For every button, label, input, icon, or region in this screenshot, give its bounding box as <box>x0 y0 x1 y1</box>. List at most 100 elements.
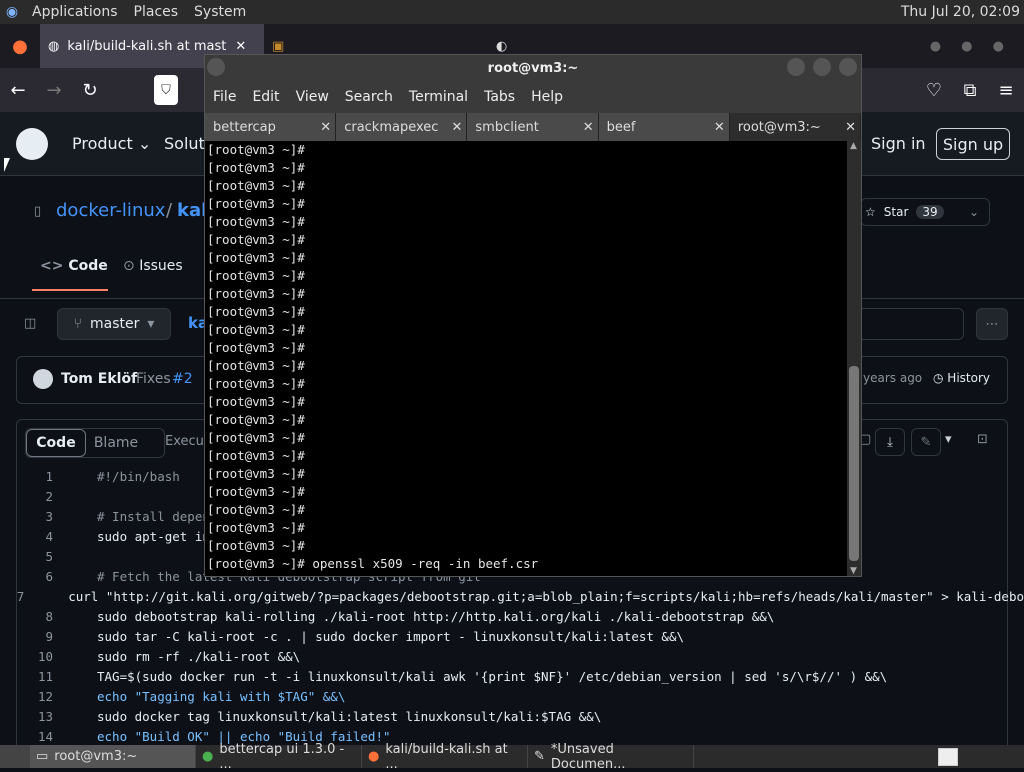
download-icon[interactable]: ⤓ <box>875 428 905 456</box>
symbols-icon[interactable]: ⊡ <box>977 432 988 447</box>
terminal-tab[interactable]: smbclient ✕ <box>467 113 599 141</box>
tab-code-view[interactable]: Code <box>26 429 86 457</box>
forward-icon[interactable]: → <box>36 72 72 108</box>
scroll-down-icon[interactable]: ▼ <box>850 566 857 576</box>
extensions-icon[interactable]: ⧉ <box>952 72 988 108</box>
window-menu-icon[interactable] <box>207 58 225 76</box>
branch-selector[interactable]: ⑂ master ▾ <box>57 308 171 340</box>
terminal-menu-view[interactable]: View <box>288 89 337 105</box>
tracking-shield-icon[interactable]: ⛉ <box>154 75 178 105</box>
terminal-menu-file[interactable]: File <box>205 89 244 105</box>
maximize-icon[interactable] <box>813 58 831 76</box>
terminal-tab[interactable]: crackmapexec ✕ <box>336 113 468 141</box>
star-label: Star <box>883 205 909 219</box>
shell-prompt: [root@vm3 ~]# <box>207 268 305 283</box>
scroll-up-icon[interactable]: ▲ <box>850 141 857 151</box>
sidebar-toggle-icon[interactable]: ◫ <box>24 316 36 331</box>
firefox-logo-icon: ● <box>12 35 28 57</box>
tab-blame[interactable]: Blame <box>86 429 146 457</box>
view-toggle: Code Blame <box>25 428 165 458</box>
terminal-menu-terminal[interactable]: Terminal <box>401 89 476 105</box>
chevron-down-icon[interactable]: ⌄ <box>969 205 989 219</box>
close-tab-icon[interactable]: ✕ <box>714 120 725 135</box>
line-number[interactable]: 4 <box>16 529 61 544</box>
terminal-menu-search[interactable]: Search <box>337 89 401 105</box>
line-number[interactable]: 11 <box>16 669 61 684</box>
line-number[interactable]: 12 <box>16 689 61 704</box>
tab-issues[interactable]: ⊙ Issues <box>123 258 183 274</box>
shell-prompt: [root@vm3 ~]# <box>207 502 305 517</box>
close-tab-icon[interactable]: ✕ <box>320 120 331 135</box>
more-options-button[interactable]: ⋯ <box>976 308 1008 340</box>
star-button[interactable]: ☆ Star 39 ⌄ <box>860 198 990 226</box>
sign-up-button[interactable]: Sign up <box>936 128 1010 160</box>
line-number[interactable]: 14 <box>16 729 61 744</box>
commit-message[interactable]: Fixes <box>136 371 171 387</box>
chrome-icon: ● <box>202 749 214 764</box>
line-content: sudo apt-get in <box>97 528 210 544</box>
line-number[interactable]: 5 <box>16 549 61 564</box>
github-logo-icon[interactable] <box>16 128 48 160</box>
terminal-tab-label: smbclient <box>475 119 539 135</box>
commit-ref-link[interactable]: #2 <box>172 371 193 387</box>
repo-owner-link[interactable]: docker-linux <box>56 200 165 221</box>
close-icon[interactable] <box>839 58 857 76</box>
line-number[interactable]: 7 <box>16 589 32 604</box>
close-tab-icon[interactable]: ✕ <box>583 120 594 135</box>
clock[interactable]: Thu Jul 20, 02:09 <box>901 4 1024 20</box>
terminal-tab[interactable]: bettercap ✕ <box>205 113 337 141</box>
close-tab-icon[interactable]: ✕ <box>845 120 856 135</box>
back-icon[interactable]: ← <box>0 72 36 108</box>
terminal-line: [root@vm3 ~]# <box>205 195 847 213</box>
issue-icon: ⊙ <box>123 258 140 274</box>
line-number[interactable]: 13 <box>16 709 61 724</box>
menu-system[interactable]: System <box>186 4 254 20</box>
reload-icon[interactable]: ↻ <box>72 72 108 108</box>
terminal-tab[interactable]: root@vm3:~ ✕ <box>729 113 862 141</box>
shell-prompt: [root@vm3 ~]# <box>207 214 305 229</box>
line-number[interactable]: 6 <box>16 569 61 584</box>
pocket-icon[interactable]: ♡ <box>916 72 952 108</box>
terminal-menu-tabs[interactable]: Tabs <box>476 89 523 105</box>
avatar <box>33 369 53 389</box>
system-top-panel: ◉ Applications Places System Thu Jul 20,… <box>0 0 1024 24</box>
close-tab-icon[interactable]: ✕ <box>235 39 246 54</box>
taskbar-item-bettercap[interactable]: ● bettercap ui 1.3.0 - ... <box>196 742 362 772</box>
nav-product[interactable]: Product ⌄ <box>72 134 151 153</box>
minimize-icon[interactable] <box>787 58 805 76</box>
taskbar-item-terminal[interactable]: ▭ root@vm3:~ <box>30 745 196 768</box>
terminal-line: [root@vm3 ~]# <box>205 429 847 447</box>
terminal-output[interactable]: [root@vm3 ~]# [root@vm3 ~]# [root@vm3 ~]#[… <box>205 141 847 576</box>
commit-author[interactable]: Tom Eklöf <box>61 371 137 387</box>
line-number[interactable]: 3 <box>16 509 61 524</box>
app-menu-icon[interactable]: ≡ <box>988 72 1024 108</box>
nav-solutions[interactable]: Solutions <box>164 134 204 153</box>
menu-places[interactable]: Places <box>126 4 187 20</box>
terminal-scrollbar[interactable]: ▲ ▼ <box>847 141 861 576</box>
edit-icon[interactable]: ✎ <box>911 428 941 456</box>
goto-file-input[interactable] <box>860 308 964 340</box>
terminal-menu-edit[interactable]: Edit <box>244 89 287 105</box>
terminal-menu-help[interactable]: Help <box>523 89 571 105</box>
line-number[interactable]: 9 <box>16 629 61 644</box>
line-number[interactable]: 10 <box>16 649 61 664</box>
show-desktop-icon[interactable] <box>0 745 30 768</box>
tab-code[interactable]: <> Code <box>40 258 108 274</box>
edit-dropdown-icon[interactable]: ▾ <box>945 432 952 447</box>
workspace-switcher-icon[interactable] <box>938 747 958 766</box>
taskbar-item-firefox[interactable]: ● kali/build-kali.sh at ... <box>362 742 528 772</box>
scroll-thumb[interactable] <box>849 366 859 561</box>
repo-name-link[interactable]: kali <box>177 200 204 221</box>
line-content: sudo docker tag linuxkonsult/kali:latest… <box>97 708 602 724</box>
sign-in-link[interactable]: Sign in <box>871 134 926 153</box>
line-number[interactable]: 1 <box>16 469 61 484</box>
kali-logo-icon[interactable]: ◉ <box>0 4 24 20</box>
window-controls[interactable]: ● ● ● <box>930 39 1024 54</box>
taskbar-item-editor[interactable]: ✎ *Unsaved Documen... <box>528 742 694 772</box>
close-tab-icon[interactable]: ✕ <box>452 120 463 135</box>
line-number[interactable]: 2 <box>16 489 61 504</box>
menu-applications[interactable]: Applications <box>24 4 126 20</box>
line-number[interactable]: 8 <box>16 609 61 624</box>
history-link[interactable]: ◷ History <box>933 371 990 385</box>
terminal-tab[interactable]: beef ✕ <box>598 113 730 141</box>
